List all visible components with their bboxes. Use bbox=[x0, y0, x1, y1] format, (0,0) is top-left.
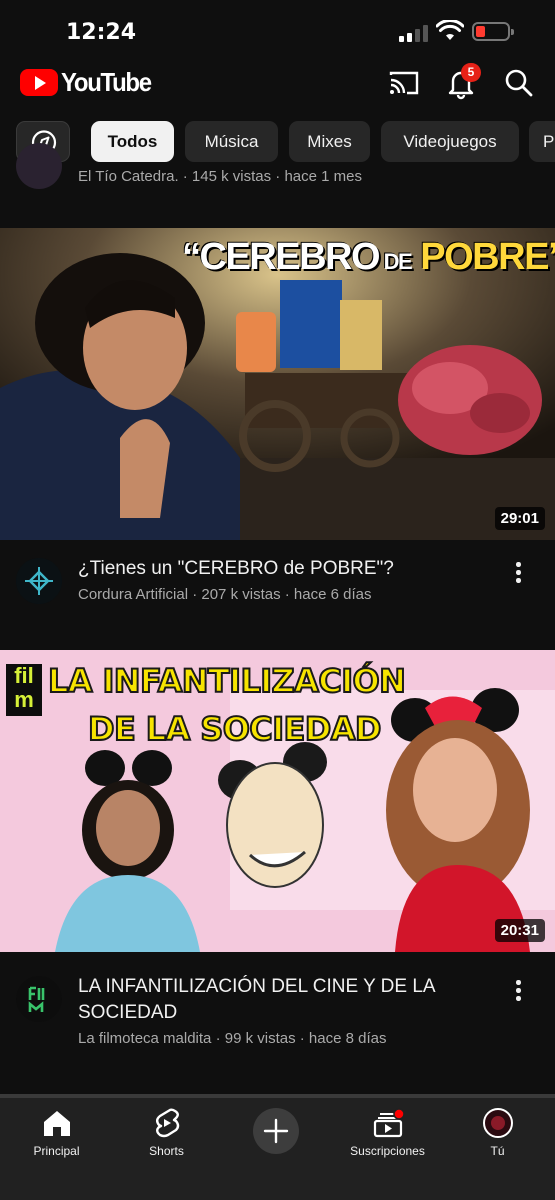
category-chips: Todos Música Mixes Videojuegos P bbox=[0, 120, 555, 164]
plus-icon bbox=[263, 1118, 289, 1144]
youtube-play-icon bbox=[20, 69, 58, 96]
chip-musica[interactable]: Música bbox=[185, 121, 278, 162]
tab-label: Tú bbox=[490, 1144, 505, 1158]
battery-icon bbox=[472, 22, 514, 41]
tab-principal[interactable]: Principal bbox=[1, 1098, 112, 1168]
video-duration: 29:01 bbox=[494, 507, 545, 530]
tab-suscripciones[interactable]: Suscripciones bbox=[332, 1098, 443, 1168]
video-metadata: Cordura Artificial · 207 k vistas · hace… bbox=[78, 586, 372, 603]
home-icon bbox=[44, 1111, 70, 1136]
thumbnail-title-line1: LA INFANTILIZACIÓN bbox=[47, 661, 407, 701]
chip-todos[interactable]: Todos bbox=[91, 121, 174, 162]
more-options-icon[interactable] bbox=[507, 978, 529, 1002]
profile-avatar-icon bbox=[483, 1108, 513, 1138]
search-icon[interactable] bbox=[502, 66, 536, 100]
thumbnail-title-word: “CEREBRO bbox=[182, 236, 381, 278]
more-options-icon[interactable] bbox=[507, 560, 529, 584]
notification-count-badge: 5 bbox=[461, 63, 481, 82]
logo-text: YouTube bbox=[61, 67, 152, 97]
chip-more[interactable]: P bbox=[529, 121, 555, 162]
video-thumbnail[interactable]: fil m LA INFANTILIZACIÓN DE LA SOCIEDAD … bbox=[0, 650, 555, 952]
create-button[interactable] bbox=[253, 1108, 299, 1154]
video-title[interactable]: LA INFANTILIZACIÓN DEL CINE Y DE LA SOCI… bbox=[78, 974, 478, 1026]
thumbnail-title-text: “CEREBRO DE POBRE” bbox=[182, 236, 555, 288]
channel-avatar[interactable] bbox=[16, 558, 62, 604]
video-metadata: El Tío Catedra. · 145 k vistas · hace 1 … bbox=[78, 168, 363, 185]
cast-icon[interactable] bbox=[387, 66, 421, 100]
video-meta-row: ¿Tienes un "CEREBRO de POBRE"? Cordura A… bbox=[0, 540, 555, 650]
video-meta-row: LA INFANTILIZACIÓN DEL CINE Y DE LA SOCI… bbox=[0, 952, 555, 1087]
thumbnail-title-line2: DE LA SOCIEDAD bbox=[87, 709, 382, 749]
subscriptions-icon bbox=[373, 1108, 404, 1138]
tab-label: Shorts bbox=[149, 1144, 184, 1158]
status-time: 12:24 bbox=[66, 20, 137, 45]
status-bar: 12:24 bbox=[0, 0, 555, 60]
thumbnail-title-word: DE bbox=[379, 249, 413, 274]
tab-label: Suscripciones bbox=[350, 1144, 425, 1158]
chip-videojuegos[interactable]: Videojuegos bbox=[381, 121, 519, 162]
channel-avatar[interactable] bbox=[16, 143, 62, 189]
video-thumbnail[interactable]: “CEREBRO DE POBRE” 29:01 bbox=[0, 228, 555, 540]
shorts-icon bbox=[156, 1108, 180, 1138]
tab-label: Principal bbox=[33, 1144, 80, 1158]
video-duration: 20:31 bbox=[494, 919, 545, 942]
wifi-icon bbox=[436, 20, 464, 40]
channel-avatar[interactable] bbox=[16, 976, 62, 1022]
youtube-logo[interactable]: YouTube bbox=[20, 67, 159, 98]
bottom-navigation: Principal Shorts Suscripciones Tú bbox=[0, 1094, 555, 1200]
cordura-logo-icon bbox=[16, 558, 62, 604]
cellular-signal-icon bbox=[399, 24, 429, 42]
film-logo: fil m bbox=[6, 664, 42, 716]
tab-shorts[interactable]: Shorts bbox=[111, 1098, 222, 1168]
thumbnail-title-word: POBRE” bbox=[411, 236, 555, 278]
video-metadata: La filmoteca maldita · 99 k vistas · hac… bbox=[78, 1030, 387, 1047]
chip-mixes[interactable]: Mixes bbox=[289, 121, 370, 162]
tab-tu[interactable]: Tú bbox=[442, 1098, 553, 1168]
video-title[interactable]: ¿Tienes un "CEREBRO de POBRE"? bbox=[78, 556, 478, 582]
film-channel-logo-icon bbox=[16, 976, 62, 1022]
